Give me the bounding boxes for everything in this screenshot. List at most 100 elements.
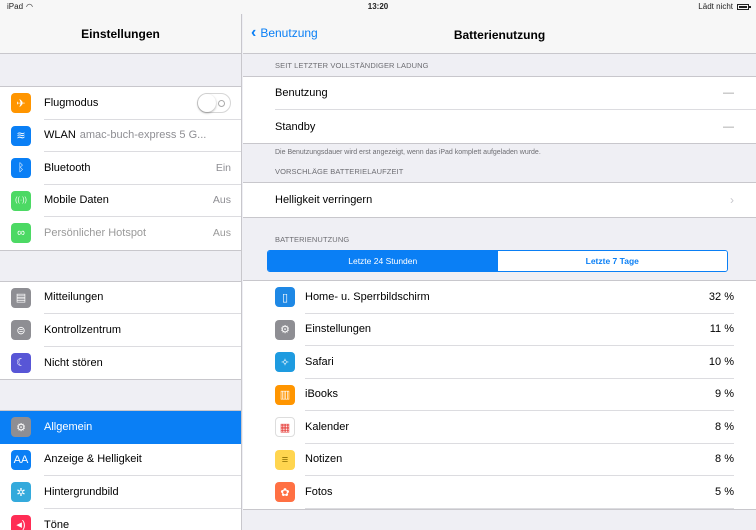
section-header-suggestions: VORSCHLÄGE BATTERIELAUFZEIT	[275, 167, 404, 176]
app-usage-percent: 5 %	[715, 485, 734, 498]
sidebar-item-label: Allgemein	[44, 420, 93, 433]
sidebar-item[interactable]: ᛒ Bluetooth Ein	[0, 152, 241, 185]
app-usage-percent: 8 %	[715, 420, 734, 433]
standby-label: Standby	[275, 120, 316, 133]
wifi-icon: ≋	[11, 125, 31, 146]
settings-group-general: ⚙ Allgemein AA Anzeige & Helligkeit ✲ Hinterg…	[0, 410, 241, 530]
status-right: Lädt nicht	[698, 2, 751, 11]
sidebar-item[interactable]: ≋ WLAN amac-buch-express 5 G...	[0, 120, 241, 152]
section-header-since-charge: SEIT LETZTER VOLLSTÄNDIGER LADUNG	[275, 61, 429, 70]
usage-note: Die Benutzungsdauer wird erst angezeigt,…	[275, 149, 541, 156]
app-usage-percent: 9 %	[715, 388, 734, 401]
app-name: Fotos	[305, 485, 333, 498]
gear-icon: ⚙	[11, 417, 31, 438]
chevron-right-icon: ›	[730, 193, 734, 207]
standby-value: —	[723, 120, 734, 133]
standby-row: Standby —	[275, 110, 756, 143]
airplane-icon: ✈	[11, 93, 31, 114]
sidebar-item-label: Flugmodus	[44, 96, 99, 109]
airplane-mode-toggle[interactable]	[197, 92, 231, 113]
sidebar-item-label: WLAN	[44, 129, 76, 142]
wallpaper-icon: ✲	[11, 482, 31, 503]
sidebar-item[interactable]: ☾ Nicht stören	[0, 347, 241, 380]
battery-icon	[737, 3, 751, 10]
usage-value: —	[723, 87, 734, 99]
moon-icon: ☾	[11, 352, 31, 373]
app-usage-row: ▯ Home- u. Sperrbildschirm 32 %	[243, 281, 756, 314]
app-usage-percent: 8 %	[715, 453, 734, 466]
sidebar-item-value: Aus	[212, 227, 231, 240]
sidebar-item-label: Mobile Daten	[44, 194, 109, 207]
segment-last-24-hours[interactable]: Letzte 24 Stunden	[268, 251, 498, 271]
notes-icon: ≡	[275, 449, 295, 470]
sidebar-item-label: Kontrollzentrum	[44, 323, 122, 336]
sidebar-item-value: Aus	[212, 194, 231, 207]
app-usage-percent: 32 %	[708, 290, 734, 303]
app-usage-row: ▥ iBooks 9 %	[243, 378, 756, 411]
wifi-network-name: amac-buch-express 5 G...	[79, 129, 207, 142]
sidebar-item-label: Töne	[44, 518, 70, 530]
usage-row: Benutzung —	[275, 77, 756, 110]
settings-group-notifications: ▤ Mitteilungen ⊜ Kontrollzentrum ☾ Nicht stör…	[0, 280, 241, 380]
sidebar-item-label: Mitteilungen	[44, 291, 104, 304]
status-time: 13:20	[367, 2, 389, 11]
sidebar-item-label: Anzeige & Helligkeit	[44, 453, 142, 466]
status-bar: iPad ◠ 13:20 Lädt nicht	[0, 0, 756, 14]
sidebar-item-label: Nicht stören	[44, 356, 103, 369]
sidebar-item[interactable]: ▤ Mitteilungen	[0, 282, 241, 314]
calendar-icon: ▦	[275, 417, 295, 438]
settings-sidebar: Einstellungen ✈ Flugmodus ≋ WLAN amac-buch-e…	[0, 14, 242, 530]
app-name: Notizen	[305, 453, 343, 466]
reduce-brightness-row[interactable]: Helligkeit verringern ›	[275, 183, 756, 217]
app-name: Safari	[305, 355, 334, 368]
speaker-icon: ◂)	[11, 514, 31, 530]
app-name: Home- u. Sperrbildschirm	[305, 290, 430, 303]
charging-status: Lädt nicht	[698, 2, 733, 11]
reduce-brightness-label: Helligkeit verringern	[275, 194, 373, 206]
sidebar-item[interactable]: ∞ Persönlicher Hotspot Aus	[0, 217, 241, 250]
app-name: Einstellungen	[305, 323, 372, 336]
sidebar-item-label: Bluetooth	[44, 161, 91, 174]
antenna-icon: ((·))	[11, 190, 31, 211]
app-usage-row: ≡ Notizen 8 %	[243, 443, 756, 476]
app-usage-list: ▯ Home- u. Sperrbildschirm 32 % ⚙ Einstellun…	[243, 280, 756, 510]
sidebar-item-value: Ein	[215, 161, 231, 174]
sidebar-item[interactable]: ✲ Hintergrundbild	[0, 476, 241, 509]
app-name: iBooks	[305, 388, 339, 401]
settings-group-connectivity: ✈ Flugmodus ≋ WLAN amac-buch-express 5 G... ᛒ…	[0, 86, 241, 251]
app-name: Kalender	[305, 420, 350, 433]
control-center-icon: ⊜	[11, 320, 31, 341]
photos-flower-icon: ✿	[275, 482, 295, 503]
app-usage-row: ▦ Kalender 8 %	[243, 411, 756, 444]
usage-label: Benutzung	[275, 87, 328, 99]
segment-last-7-days[interactable]: Letzte 7 Tage	[497, 251, 727, 271]
sidebar-item[interactable]: ✈ Flugmodus	[0, 87, 241, 120]
phone-screen-icon: ▯	[275, 287, 295, 308]
sidebar-item[interactable]: ◂) Töne	[0, 509, 241, 530]
time-range-segmented-control: Letzte 24 Stunden Letzte 7 Tage	[267, 250, 728, 272]
hotspot-icon: ∞	[11, 223, 31, 244]
sidebar-item-label: Persönlicher Hotspot	[44, 227, 147, 240]
sidebar-item[interactable]: ⊜ Kontrollzentrum	[0, 314, 241, 347]
notifications-icon: ▤	[11, 287, 31, 308]
app-usage-percent: 11 %	[709, 323, 734, 336]
app-usage-row: ✧ Safari 10 %	[243, 346, 756, 379]
book-icon: ▥	[275, 384, 295, 405]
sidebar-title: Einstellungen	[0, 14, 241, 54]
safari-compass-icon: ✧	[275, 352, 295, 373]
sidebar-item[interactable]: ⚙ Allgemein	[0, 411, 241, 444]
bluetooth-icon: ᛒ	[11, 158, 31, 179]
sidebar-item[interactable]: ((·)) Mobile Daten Aus	[0, 185, 241, 217]
section-header-battery-usage: BATTERIENUTZUNG	[275, 235, 350, 244]
suggestions-group: Helligkeit verringern ›	[243, 182, 756, 218]
battery-usage-pane: ‹ Benutzung Batterienutzung SEIT LETZTER…	[243, 14, 756, 530]
detail-nav-bar: ‹ Benutzung Batterienutzung	[243, 14, 756, 54]
app-usage-row: ✿ Fotos 5 %	[243, 476, 756, 509]
app-usage-row: ⚙ Einstellungen 11 %	[243, 313, 756, 346]
usage-group: Benutzung — Standby —	[243, 76, 756, 144]
app-usage-percent: 10 %	[708, 355, 734, 368]
display-icon: AA	[11, 449, 31, 470]
sidebar-item-label: Hintergrundbild	[44, 485, 119, 498]
page-title: Batterienutzung	[453, 28, 546, 42]
sidebar-item[interactable]: AA Anzeige & Helligkeit	[0, 444, 241, 476]
